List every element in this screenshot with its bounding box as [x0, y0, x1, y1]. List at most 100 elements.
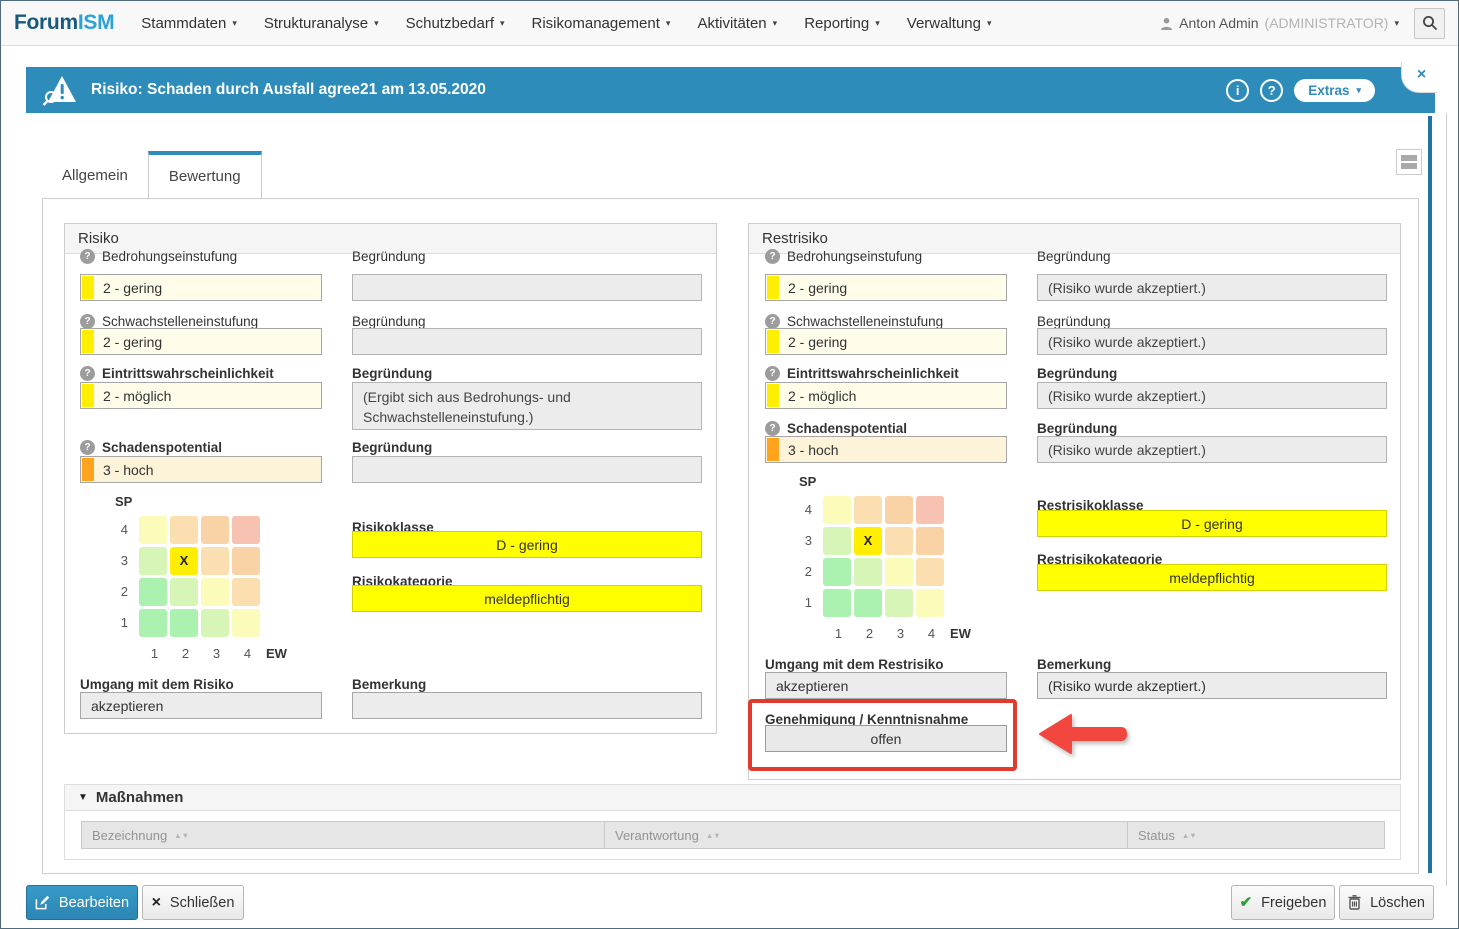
level-color-bar — [767, 438, 779, 461]
user-name: Anton Admin — [1179, 15, 1258, 31]
schadenspotential-field[interactable]: 3 - hoch — [765, 436, 1007, 463]
help-icon[interactable]: ? — [765, 314, 780, 329]
help-icon[interactable]: ? — [765, 421, 780, 436]
matrix-cell — [139, 547, 167, 575]
schwachstelleneinstufung-field[interactable]: 2 - gering — [80, 328, 322, 355]
tab-allgemein[interactable]: Allgemein — [42, 152, 148, 198]
field-label: ?Bedrohungseinstufung — [765, 248, 922, 264]
annotation-highlight-box — [748, 699, 1017, 771]
menu-risikomanagement[interactable]: Risikomanagement▾ — [532, 15, 671, 32]
matrix-row-label: 4 — [805, 502, 823, 517]
schadenspotential-field[interactable]: 3 - hoch — [80, 456, 322, 483]
help-icon[interactable]: ? — [80, 440, 95, 455]
menu-verwaltung[interactable]: Verwaltung▾ — [907, 15, 992, 32]
begruendung-field[interactable]: (Risiko wurde akzeptiert.) — [1037, 328, 1387, 355]
info-icon[interactable]: i — [1226, 79, 1249, 102]
sort-icon[interactable]: ▲▼ — [1182, 831, 1197, 840]
massnahmen-header[interactable]: ▼Maßnahmen — [65, 785, 1400, 811]
app-logo[interactable]: ForumISM — [14, 11, 114, 35]
matrix-cell — [854, 496, 882, 524]
field-label: ?Schwachstelleneinstufung — [765, 313, 943, 329]
column-verantwortung[interactable]: Verantwortung▲▼ — [604, 821, 1127, 849]
list-view-icon[interactable] — [1396, 149, 1422, 175]
help-icon[interactable]: ? — [765, 249, 780, 264]
loeschen-button[interactable]: Löschen — [1339, 885, 1434, 920]
matrix-col-label: 2 — [854, 626, 885, 641]
column-bezeichnung[interactable]: Bezeichnung▲▼ — [81, 821, 604, 849]
search-button[interactable] — [1414, 8, 1445, 39]
sort-icon[interactable]: ▲▼ — [706, 831, 721, 840]
field-label: Begründung — [352, 365, 432, 381]
field-label: Begründung — [1037, 313, 1111, 329]
chevron-down-icon: ▾ — [1356, 85, 1361, 96]
chevron-down-icon: ▾ — [773, 18, 778, 29]
matrix-cell — [170, 609, 198, 637]
matrix-row-label: 3 — [805, 533, 823, 548]
matrix-cell — [854, 558, 882, 586]
schwachstelleneinstufung-field[interactable]: 2 - gering — [765, 328, 1007, 355]
user-menu[interactable]: Anton Admin (ADMINISTRATOR) ▾ — [1160, 15, 1399, 31]
matrix-row-label: 4 — [121, 522, 139, 537]
close-button[interactable]: × — [1401, 62, 1437, 93]
app-window: ForumISM Stammdaten▾ Strukturanalyse▾ Sc… — [0, 0, 1459, 929]
umgang-restrisiko-field[interactable]: akzeptieren — [765, 672, 1007, 699]
begruendung-field[interactable]: (Risiko wurde akzeptiert.) — [1037, 436, 1387, 463]
matrix-ew-axis-label: EW — [263, 646, 287, 661]
matrix-cell — [823, 527, 851, 555]
menu-stammdaten[interactable]: Stammdaten▾ — [141, 15, 237, 32]
field-label: ?Schadenspotential — [765, 420, 907, 436]
field-label: ?Schadenspotential — [80, 439, 222, 455]
matrix-col-label: 1 — [823, 626, 854, 641]
help-icon[interactable]: ? — [1260, 79, 1283, 102]
chevron-down-icon: ▾ — [232, 18, 237, 29]
bedrohungseinstufung-field[interactable]: 2 - gering — [765, 274, 1007, 301]
matrix-selected-cell: X — [170, 547, 198, 575]
chevron-down-icon: ▾ — [987, 18, 992, 29]
matrix-cell — [232, 547, 260, 575]
bemerkung-field[interactable] — [352, 692, 702, 719]
extras-button[interactable]: Extras▾ — [1294, 79, 1375, 102]
begruendung-field[interactable] — [352, 328, 702, 355]
begruendung-field[interactable] — [352, 456, 702, 483]
begruendung-field[interactable]: (Risiko wurde akzeptiert.) — [1037, 274, 1387, 301]
sort-icon[interactable]: ▲▼ — [174, 831, 189, 840]
field-label: Begründung — [352, 313, 426, 329]
field-label: Begründung — [1037, 420, 1117, 436]
risk-warning-icon — [42, 74, 78, 106]
matrix-cell — [885, 527, 913, 555]
bedrohungseinstufung-field[interactable]: 2 - gering — [80, 274, 322, 301]
eintrittswahrscheinlichkeit-field[interactable]: 2 - möglich — [80, 382, 322, 409]
level-color-bar — [82, 384, 94, 407]
menu-schutzbedarf[interactable]: Schutzbedarf▾ — [406, 15, 505, 32]
begruendung-field[interactable]: (Ergibt sich aus Bedrohungs- und Schwach… — [352, 382, 702, 430]
matrix-col-label: 4 — [232, 646, 263, 661]
menu-aktivitaeten[interactable]: Aktivitäten▾ — [697, 15, 777, 32]
matrix-cell — [885, 589, 913, 617]
scroll-gutter — [1446, 113, 1447, 886]
schliessen-button[interactable]: × Schließen — [142, 885, 244, 920]
scrollbar-thumb[interactable] — [1428, 116, 1432, 873]
column-status[interactable]: Status▲▼ — [1127, 821, 1385, 849]
matrix-cell — [232, 609, 260, 637]
help-icon[interactable]: ? — [765, 366, 780, 381]
bemerkung-field[interactable]: (Risiko wurde akzeptiert.) — [1037, 672, 1387, 699]
matrix-cell — [139, 609, 167, 637]
matrix-col-label: 1 — [139, 646, 170, 661]
matrix-row-label: 2 — [805, 564, 823, 579]
chevron-down-icon: ▾ — [666, 18, 671, 29]
matrix-cell — [201, 578, 229, 606]
menu-strukturanalyse[interactable]: Strukturanalyse▾ — [264, 15, 379, 32]
tab-bewertung[interactable]: Bewertung — [148, 151, 262, 198]
help-icon[interactable]: ? — [80, 314, 95, 329]
help-icon[interactable]: ? — [80, 249, 95, 264]
menu-reporting[interactable]: Reporting▾ — [804, 15, 880, 32]
matrix-cell — [916, 527, 944, 555]
begruendung-field[interactable]: (Risiko wurde akzeptiert.) — [1037, 382, 1387, 409]
freigeben-button[interactable]: ✔ Freigeben — [1231, 885, 1335, 920]
begruendung-field[interactable] — [352, 274, 702, 301]
matrix-row-label: 2 — [121, 584, 139, 599]
eintrittswahrscheinlichkeit-field[interactable]: 2 - möglich — [765, 382, 1007, 409]
umgang-risiko-field[interactable]: akzeptieren — [80, 692, 322, 719]
help-icon[interactable]: ? — [80, 366, 95, 381]
bearbeiten-button[interactable]: Bearbeiten — [26, 885, 138, 920]
